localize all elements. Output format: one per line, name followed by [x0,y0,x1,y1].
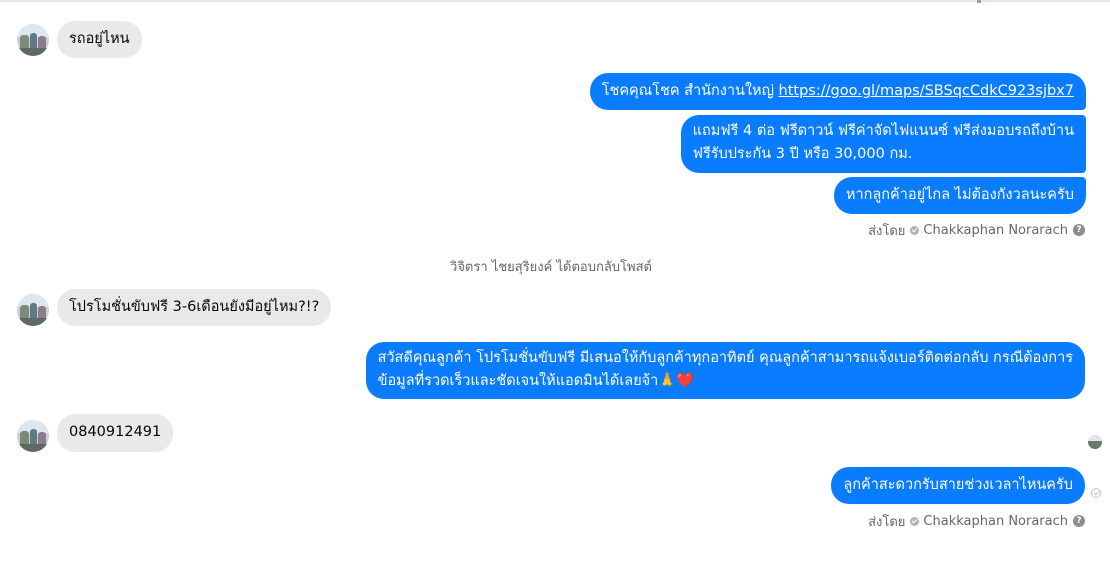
sender-name[interactable]: Chakkaphan Norarach [923,223,1068,238]
verified-icon [910,516,920,526]
contact-avatar[interactable] [17,294,49,326]
message-text: ลูกค้าสะดวกรับสายช่วงเวลาไหนครับ [843,477,1073,493]
help-icon[interactable]: ? [1073,515,1085,527]
scroll-marker [977,0,981,3]
message-outgoing[interactable]: สวัสดีคุณลูกค้า โปรโมชั่นขับฟรี มีเสนอให… [365,342,1085,399]
sender-name[interactable]: Chakkaphan Norarach [923,514,1068,529]
verified-icon [910,225,920,235]
message-outgoing[interactable]: โชคคุณโชค สำนักงานใหญ่ https://goo.gl/ma… [589,73,1086,110]
message-outgoing[interactable]: หากลูกค้าอยู่ไกล ไม่ต้องกังวลนะครับ [833,177,1086,214]
system-notice: วิจิตรา ไชยสุริยงค์ ได้ตอบกลับโพสต์ [450,260,652,275]
message-line: สวัสดีคุณลูกค้า โปรโมชั่นขับฟรี มีเสนอให… [377,350,1073,366]
message-text: โปรโมชั่นขับฟรี 3-6เดือนยังมีอยู่ไหม?!? [69,299,320,315]
sent-by-label: ส่งโดย Chakkaphan Norarach ? [868,512,1085,530]
message-incoming[interactable]: 0840912491 [57,414,174,452]
message-line: ฟรีรับประกัน 3 ปี หรือ 30,000 กม. [692,146,913,162]
message-outgoing[interactable]: ลูกค้าสะดวกรับสายช่วงเวลาไหนครับ [831,467,1085,504]
contact-avatar[interactable] [17,24,49,56]
message-text: รถอยู่ไหน [69,31,130,47]
message-line: แถมฟรี 4 ต่อ ฟรีดาวน์ ฟรีค่าจัดไฟแนนซ์ ฟ… [692,123,1074,139]
message-incoming[interactable]: โปรโมชั่นขับฟรี 3-6เดือนยังมีอยู่ไหม?!? [57,289,332,326]
help-icon[interactable]: ? [1073,224,1085,236]
sent-check-icon [1091,488,1101,498]
top-divider [0,0,1110,2]
message-incoming[interactable]: รถอยู่ไหน [57,21,142,58]
seen-avatar-icon [1088,435,1102,449]
message-outgoing[interactable]: แถมฟรี 4 ต่อ ฟรีดาวน์ ฟรีค่าจัดไฟแนนซ์ ฟ… [680,115,1086,173]
message-line: ข้อมูลที่รวดเร็วและชัดเจนให้แอดมินได้เลย… [377,373,695,389]
sent-by-label: ส่งโดย Chakkaphan Norarach ? [868,221,1085,239]
contact-avatar[interactable] [17,420,49,452]
sent-by-prefix: ส่งโดย [868,514,906,530]
message-text: หากลูกค้าอยู่ไกล ไม่ต้องกังวลนะครับ [845,187,1074,203]
map-link[interactable]: https://goo.gl/maps/SBSqcCdkC923sjbx7 [779,83,1074,99]
sent-by-prefix: ส่งโดย [868,223,906,239]
message-text: โชคคุณโชค สำนักงานใหญ่ [601,83,779,99]
message-text: 0840912491 [69,424,162,440]
